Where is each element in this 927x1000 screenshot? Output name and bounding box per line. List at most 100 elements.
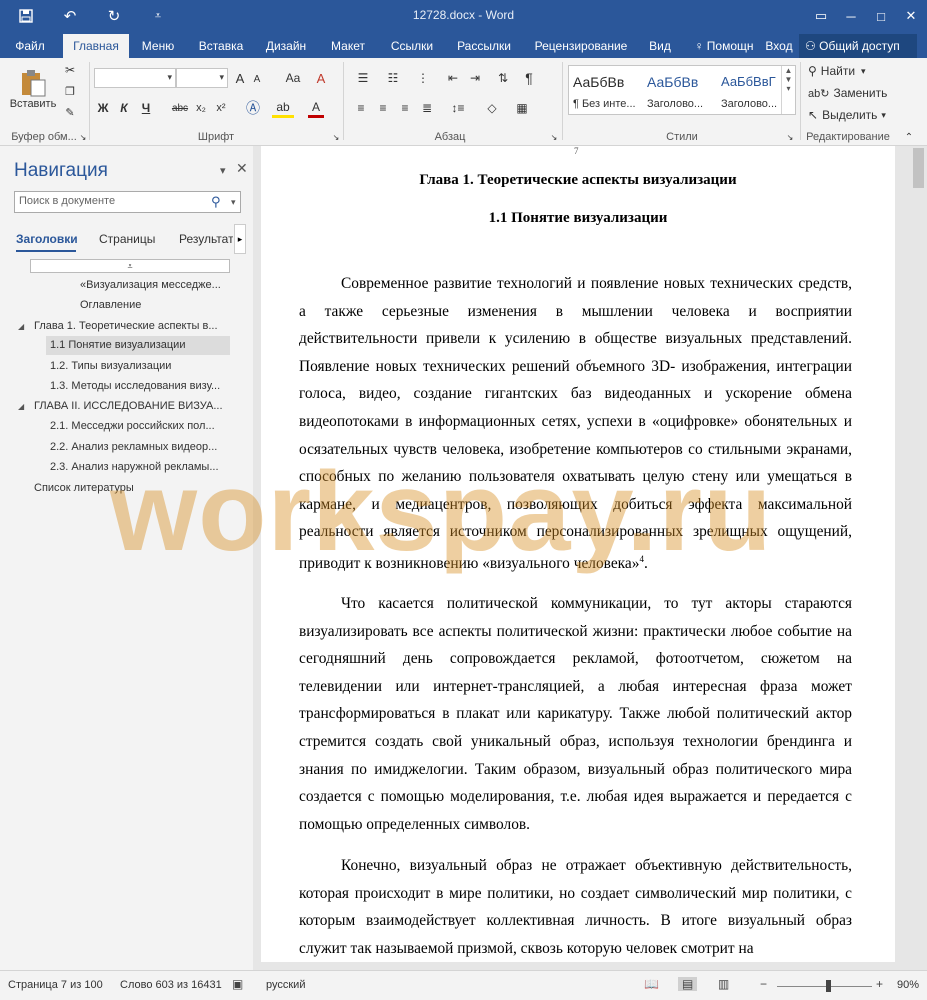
zoom-slider[interactable]: [777, 986, 872, 987]
zoom-in-icon[interactable]: +: [876, 977, 883, 991]
print-layout-icon[interactable]: ▤: [678, 977, 698, 991]
nav-heading-item[interactable]: Список литературы: [34, 479, 230, 498]
numbering-icon[interactable]: ☷: [382, 68, 404, 88]
decrease-indent-icon[interactable]: ⇤: [444, 68, 462, 88]
zoom-level[interactable]: 90%: [897, 979, 919, 991]
word-count[interactable]: Слово 603 из 16431: [120, 979, 222, 991]
tab-pages[interactable]: Страницы: [99, 232, 155, 246]
bullets-icon[interactable]: ☰: [352, 68, 374, 88]
style-heading-1[interactable]: АаБбВв Заголово...: [643, 66, 717, 114]
chapter-heading[interactable]: Глава 1. Теоретические аспекты визуализа…: [261, 172, 895, 189]
zoom-slider-thumb[interactable]: [826, 980, 831, 992]
scrollbar-thumb[interactable]: [913, 148, 924, 188]
tab-mailings[interactable]: Рассылки: [448, 36, 520, 58]
replace-button[interactable]: ab↻ Заменить: [808, 84, 898, 102]
share-button[interactable]: ⚇ Общий доступ: [799, 34, 917, 58]
tab-view[interactable]: Вид: [640, 36, 680, 58]
increase-indent-icon[interactable]: ⇥: [466, 68, 484, 88]
body-paragraph[interactable]: Конечно, визуальный образ не отражает об…: [299, 852, 852, 962]
web-layout-icon[interactable]: ▥: [718, 977, 729, 991]
copy-icon[interactable]: ❐: [62, 82, 78, 100]
chevron-right-icon[interactable]: ▸: [234, 224, 246, 254]
nav-heading-item[interactable]: Оглавление: [80, 296, 230, 315]
subscript-button[interactable]: x₂: [193, 98, 209, 118]
tab-headings[interactable]: Заголовки: [16, 232, 78, 246]
nav-heading-item[interactable]: 1.2. Типы визуализации: [46, 357, 230, 376]
justify-icon[interactable]: ≣: [418, 98, 436, 118]
text-effects-icon[interactable]: Ⓐ: [244, 98, 262, 118]
sign-in-link[interactable]: Вход: [762, 36, 796, 58]
tab-review[interactable]: Рецензирование: [528, 36, 634, 58]
strikethrough-button[interactable]: abc: [170, 98, 190, 118]
paste-button[interactable]: Вставить: [10, 62, 56, 116]
multilevel-list-icon[interactable]: ⋮: [412, 68, 434, 88]
cut-icon[interactable]: ✂: [62, 61, 78, 79]
nav-heading-item[interactable]: «Визуализация месседже...: [80, 276, 230, 295]
nav-heading-item[interactable]: ◢ ГЛАВА II. ИССЛЕДОВАНИЕ ВИЗУА...: [18, 397, 230, 416]
align-left-icon[interactable]: ≡: [352, 98, 370, 118]
show-marks-button[interactable]: ¶: [520, 68, 538, 88]
dialog-launcher-icon[interactable]: ↘: [550, 132, 558, 142]
grow-font-button[interactable]: A: [232, 68, 248, 88]
search-icon[interactable]: ⚲: [211, 194, 221, 210]
change-case-button[interactable]: Aa: [280, 68, 306, 88]
select-button[interactable]: ↖ Выделить ▾: [808, 106, 898, 124]
proofing-icon[interactable]: ▣: [232, 977, 243, 991]
nav-heading-item[interactable]: ◢ Глава 1. Теоретические аспекты в...: [18, 317, 230, 336]
borders-icon[interactable]: ▦: [510, 98, 534, 118]
tab-menu[interactable]: Меню: [133, 36, 183, 58]
nav-heading-item[interactable]: 1.3. Методы исследования визу...: [46, 377, 230, 396]
font-color-icon[interactable]: A: [308, 98, 324, 118]
sort-icon[interactable]: ⇅: [494, 68, 512, 88]
dialog-launcher-icon[interactable]: ↘: [79, 132, 87, 142]
tab-file[interactable]: Файл: [8, 36, 52, 58]
chevron-down-icon[interactable]: ▾: [231, 197, 236, 208]
underline-button[interactable]: Ч: [139, 98, 153, 118]
tab-design[interactable]: Дизайн: [258, 36, 314, 58]
vertical-scrollbar[interactable]: [910, 146, 927, 970]
page-count[interactable]: Страница 7 из 100: [8, 979, 103, 991]
tab-references[interactable]: Ссылки: [382, 36, 442, 58]
body-paragraph[interactable]: Что касается политической коммуникации, …: [299, 590, 852, 838]
nav-heading-item[interactable]: 1.1 Понятие визуализации: [46, 336, 230, 355]
clear-format-button[interactable]: A: [312, 68, 330, 88]
find-button[interactable]: ⚲ Найти ▾: [808, 62, 888, 80]
ribbon-display-icon[interactable]: ▭: [806, 0, 836, 32]
tell-me[interactable]: ♀ Помощн: [688, 36, 760, 58]
collapse-all-icon[interactable]: ⩡: [30, 259, 230, 273]
tab-layout[interactable]: Макет: [322, 36, 374, 58]
expand-triangle-icon[interactable]: ◢: [18, 397, 24, 416]
tab-home[interactable]: Главная: [63, 34, 129, 58]
style-normal[interactable]: АаБбВв ¶ Без инте...: [569, 66, 643, 114]
dialog-launcher-icon[interactable]: ↘: [786, 132, 794, 142]
expand-triangle-icon[interactable]: ◢: [18, 317, 24, 336]
nav-heading-item[interactable]: 2.3. Анализ наружной рекламы...: [46, 458, 230, 477]
nav-heading-item[interactable]: 2.2. Анализ рекламных видеор...: [46, 438, 230, 457]
shrink-font-button[interactable]: A: [250, 70, 264, 88]
superscript-button[interactable]: x²: [213, 98, 229, 118]
maximize-icon[interactable]: □: [866, 0, 896, 32]
style-heading-2[interactable]: АаБбВвГ Заголово...: [717, 66, 791, 114]
nav-heading-item[interactable]: 2.1. Месседжи российских пол...: [46, 417, 230, 436]
close-icon[interactable]: ✕: [896, 0, 926, 32]
body-paragraph[interactable]: Современное развитие технологий и появле…: [299, 270, 852, 578]
read-mode-icon[interactable]: 📖: [644, 977, 659, 991]
tab-insert[interactable]: Вставка: [190, 36, 252, 58]
align-center-icon[interactable]: ≡: [374, 98, 392, 118]
language-indicator[interactable]: русский: [266, 979, 305, 991]
shading-icon[interactable]: ◇: [480, 98, 504, 118]
font-size-select[interactable]: ▾: [176, 68, 228, 88]
italic-button[interactable]: К: [117, 98, 131, 118]
document-page[interactable]: 7 Глава 1. Теоретические аспекты визуали…: [261, 146, 895, 962]
pane-options-icon[interactable]: ▾: [220, 164, 226, 177]
close-icon[interactable]: ✕: [236, 160, 248, 177]
collapse-ribbon-icon[interactable]: ⌃: [903, 132, 915, 143]
align-right-icon[interactable]: ≡: [396, 98, 414, 118]
dialog-launcher-icon[interactable]: ↘: [332, 132, 340, 142]
tab-results[interactable]: Результате: [179, 232, 233, 246]
line-spacing-icon[interactable]: ↕≡: [446, 98, 470, 118]
minimize-icon[interactable]: ─: [836, 0, 866, 32]
section-heading[interactable]: 1.1 Понятие визуализации: [261, 210, 895, 227]
highlight-icon[interactable]: ab: [272, 98, 294, 118]
zoom-out-icon[interactable]: −: [760, 977, 767, 991]
